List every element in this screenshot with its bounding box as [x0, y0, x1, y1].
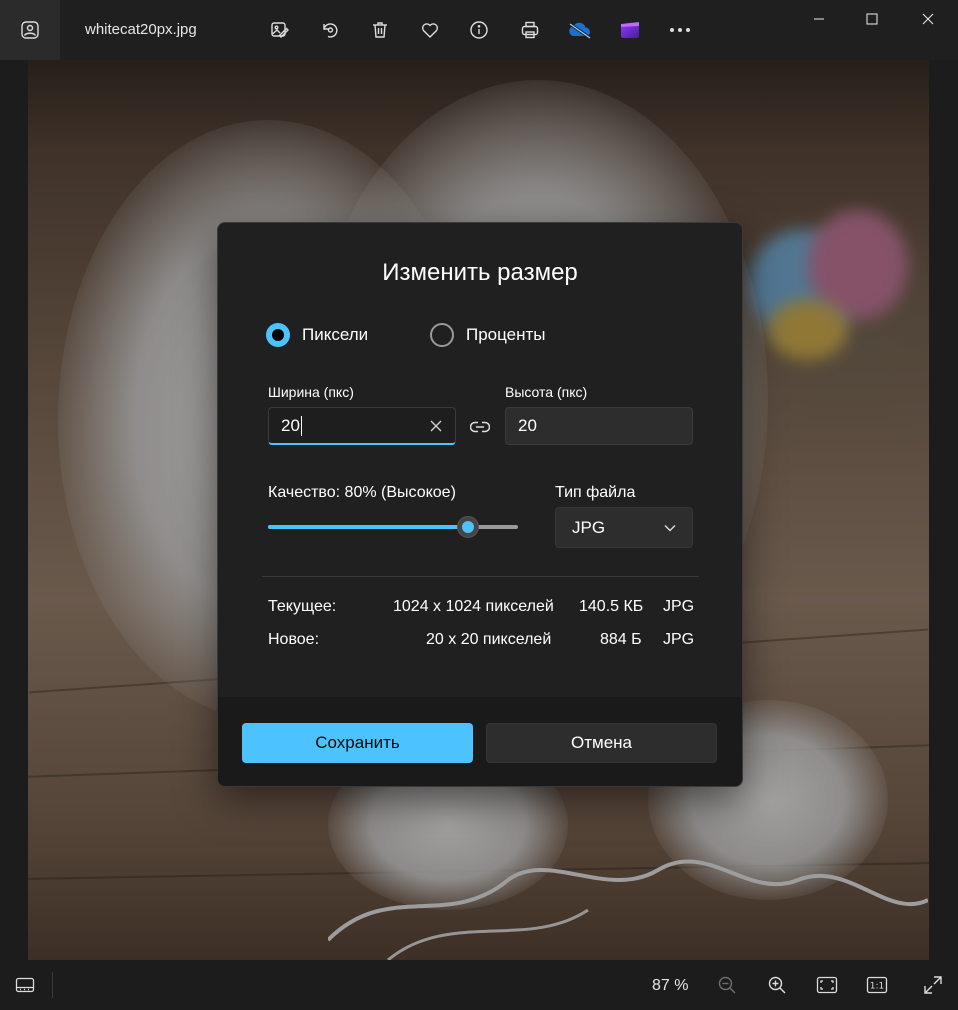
quality-slider-fill [268, 525, 468, 529]
current-label: Текущее: [268, 598, 337, 615]
quality-slider[interactable] [268, 516, 518, 538]
fit-to-window-icon[interactable] [812, 970, 842, 1000]
current-format: JPG [663, 598, 695, 615]
info-icon[interactable] [464, 15, 494, 45]
new-label: Новое: [268, 631, 320, 648]
title-bar: whitecat20px.jpg [0, 0, 958, 60]
actual-size-icon[interactable]: 1:1 [862, 970, 892, 1000]
zoom-out-icon[interactable] [712, 970, 742, 1000]
width-value: 20 [281, 415, 300, 435]
current-size: 140.5 КБ [579, 598, 644, 615]
radio-percent-label: Проценты [466, 325, 546, 344]
file-type-value: JPG [572, 517, 606, 537]
clear-icon [430, 420, 442, 432]
file-type-label: Тип файла [555, 484, 636, 501]
width-input[interactable]: 20 [268, 407, 456, 445]
minimize-icon[interactable] [796, 0, 842, 38]
divider [262, 576, 699, 577]
cancel-button[interactable]: Отмена [486, 723, 717, 763]
radio-percent[interactable]: Проценты [430, 323, 546, 347]
onedrive-icon[interactable] [565, 15, 595, 45]
current-info-row: Текущее: 1024 x 1024 пикселей 140.5 КБ J… [268, 598, 695, 618]
link-aspect-ratio-button[interactable] [468, 415, 492, 439]
dialog-footer: Сохранить Отмена [218, 697, 742, 786]
quality-slider-thumb[interactable] [457, 516, 479, 538]
file-type-dropdown[interactable]: JPG [555, 507, 693, 548]
resize-dialog: Изменить размер Пиксели Проценты Ширина … [217, 222, 743, 787]
radio-percent-indicator[interactable] [430, 323, 454, 347]
text-caret [300, 415, 302, 436]
height-label: Высота (пкс) [505, 384, 588, 400]
file-name: whitecat20px.jpg [85, 21, 197, 38]
quality-label: Качество: 80% (Высокое) [268, 484, 456, 501]
dialog-title: Изменить размер [382, 259, 578, 286]
zoom-in-icon[interactable] [762, 970, 792, 1000]
separator [52, 972, 53, 998]
clear-width-button[interactable] [427, 417, 445, 435]
new-dimensions: 20 x 20 пикселей [426, 631, 552, 648]
radio-pixels-label: Пиксели [302, 325, 369, 344]
fullscreen-icon[interactable] [918, 970, 948, 1000]
svg-text:1:1: 1:1 [870, 982, 884, 992]
rotate-icon[interactable] [315, 15, 345, 45]
delete-icon[interactable] [365, 15, 395, 45]
filmstrip-icon[interactable] [10, 970, 40, 1000]
new-size: 884 Б [600, 631, 642, 648]
save-button[interactable]: Сохранить [242, 723, 473, 763]
chevron-down-icon [664, 524, 676, 531]
new-info-row: Новое: 20 x 20 пикселей 884 Б JPG [268, 631, 695, 651]
photos-app-icon[interactable] [0, 0, 60, 60]
zoom-level[interactable]: 87 % [652, 977, 688, 995]
clipchamp-icon[interactable] [615, 15, 645, 45]
print-icon[interactable] [515, 15, 545, 45]
link-icon [470, 421, 490, 433]
bottom-bar: 87 % 1:1 [0, 960, 958, 1010]
height-input[interactable]: 20 [505, 407, 693, 445]
radio-pixels-indicator[interactable] [266, 323, 290, 347]
height-value: 20 [518, 416, 537, 435]
current-dimensions: 1024 x 1024 пикселей [393, 598, 554, 615]
edit-image-icon[interactable] [265, 15, 295, 45]
close-icon[interactable] [905, 0, 951, 38]
maximize-icon[interactable] [849, 0, 895, 38]
new-format: JPG [663, 631, 695, 648]
radio-pixels[interactable]: Пиксели [266, 323, 368, 347]
width-label: Ширина (пкс) [268, 384, 354, 400]
favorite-icon[interactable] [415, 15, 445, 45]
more-icon[interactable] [665, 15, 695, 45]
